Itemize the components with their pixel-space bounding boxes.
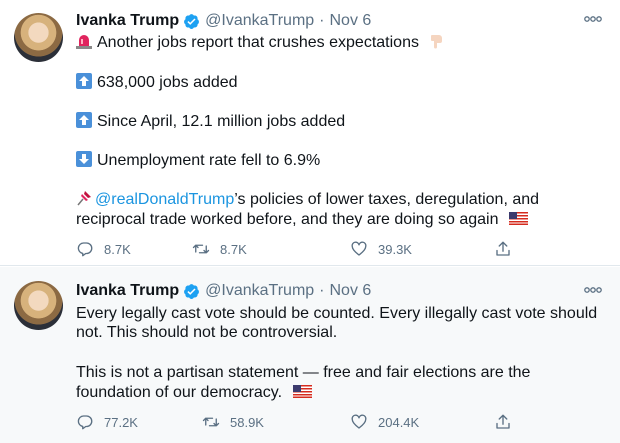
retweet-icon xyxy=(192,244,210,254)
tweet-header: Ivanka Trump @IvankaTrump · Nov 6 xyxy=(76,281,371,301)
reply-icon xyxy=(77,415,93,430)
pointing-down-hand-icon xyxy=(431,35,443,49)
like-count: 204.4K xyxy=(378,414,420,430)
us-flag-icon xyxy=(292,385,312,398)
tweet-text-line: Every legally cast vote should be counte… xyxy=(76,304,597,324)
tweet-text-line: foundation of our democracy. xyxy=(76,383,312,403)
author-name[interactable]: Ivanka Trump xyxy=(76,282,179,300)
reply-icon xyxy=(77,242,93,257)
like-button[interactable]: 204.4K xyxy=(350,413,419,431)
more-options-icon[interactable] xyxy=(582,12,604,26)
share-button[interactable] xyxy=(494,413,522,431)
avatar[interactable] xyxy=(14,13,63,62)
tweet-text: reciprocal trade worked before, and they… xyxy=(76,211,499,228)
retweet-button[interactable]: 8.7K xyxy=(192,240,247,258)
tweet-text: Another jobs report that crushes expecta… xyxy=(97,34,419,51)
heart-icon xyxy=(351,241,367,256)
mention-link[interactable]: @realDonaldTrump xyxy=(95,191,234,208)
tweet-text-line: @realDonaldTrump’s policies of lower tax… xyxy=(76,190,539,210)
tweet-text: 638,000 jobs added xyxy=(97,74,238,91)
retweet-icon xyxy=(202,417,220,427)
tweet-text: Every legally cast vote should be counte… xyxy=(76,305,598,322)
reply-button[interactable]: 77.2K xyxy=(76,413,138,431)
share-icon xyxy=(496,241,510,256)
like-count: 39.3K xyxy=(378,241,412,257)
retweet-count: 58.9K xyxy=(230,414,264,430)
share-button[interactable] xyxy=(494,240,522,258)
verified-badge-icon xyxy=(184,13,200,29)
reply-count: 77.2K xyxy=(104,414,138,430)
tweet-text-line: Another jobs report that crushes expecta… xyxy=(76,33,445,53)
tweet-text: Unemployment rate fell to 6.9% xyxy=(97,152,321,169)
retweet-button[interactable]: 58.9K xyxy=(202,413,264,431)
tweet-text: foundation of our democracy. xyxy=(76,384,283,401)
share-icon xyxy=(496,414,510,429)
reply-button[interactable]: 8.7K xyxy=(76,240,131,258)
tweet-text: ’s policies of lower taxes, deregulation… xyxy=(234,191,540,208)
tweet-actions: 8.7K 8.7K 39.3K xyxy=(76,240,536,260)
tweet-text: This is not a partisan statement — free … xyxy=(76,364,531,381)
down-arrow-icon xyxy=(76,151,92,167)
tweet-text: Since April, 12.1 million jobs added xyxy=(97,113,346,130)
author-handle[interactable]: @IvankaTrump xyxy=(205,282,314,300)
tweet-text: not. This should not be controversial. xyxy=(76,324,338,341)
tweet-text-line: not. This should not be controversial. xyxy=(76,323,337,343)
separator-dot: · xyxy=(319,282,325,299)
tweet-text-line: This is not a partisan statement — free … xyxy=(76,363,530,383)
tweet-text-line: reciprocal trade worked before, and they… xyxy=(76,210,528,230)
retweet-count: 8.7K xyxy=(220,241,247,257)
tweet-actions: 77.2K 58.9K 204.4K xyxy=(76,413,536,433)
verified-badge-icon xyxy=(184,283,200,299)
heart-icon xyxy=(351,414,367,429)
tweet-text-line: 638,000 jobs added xyxy=(76,73,238,93)
reply-count: 8.7K xyxy=(104,241,131,257)
tweet-text-line: Since April, 12.1 million jobs added xyxy=(76,112,345,132)
up-arrow-icon xyxy=(76,112,92,128)
alarm-light-icon xyxy=(76,35,92,49)
tweet[interactable]: Ivanka Trump @IvankaTrump · Nov 6 Every … xyxy=(0,267,620,443)
more-options-icon[interactable] xyxy=(582,283,604,297)
tweet[interactable]: Ivanka Trump @IvankaTrump · Nov 6 Anothe… xyxy=(0,0,620,266)
tweet-header: Ivanka Trump @IvankaTrump · Nov 6 xyxy=(76,11,371,31)
up-arrow-icon xyxy=(76,73,92,89)
separator-dot: · xyxy=(319,12,325,29)
pushpin-icon xyxy=(77,191,91,206)
tweet-text-line: Unemployment rate fell to 6.9% xyxy=(76,151,320,171)
avatar[interactable] xyxy=(14,281,63,330)
us-flag-icon xyxy=(508,212,528,225)
author-name[interactable]: Ivanka Trump xyxy=(76,12,179,30)
author-handle[interactable]: @IvankaTrump xyxy=(205,12,314,30)
tweet-timestamp[interactable]: Nov 6 xyxy=(330,12,372,30)
like-button[interactable]: 39.3K xyxy=(350,240,412,258)
tweet-timestamp[interactable]: Nov 6 xyxy=(330,282,372,300)
